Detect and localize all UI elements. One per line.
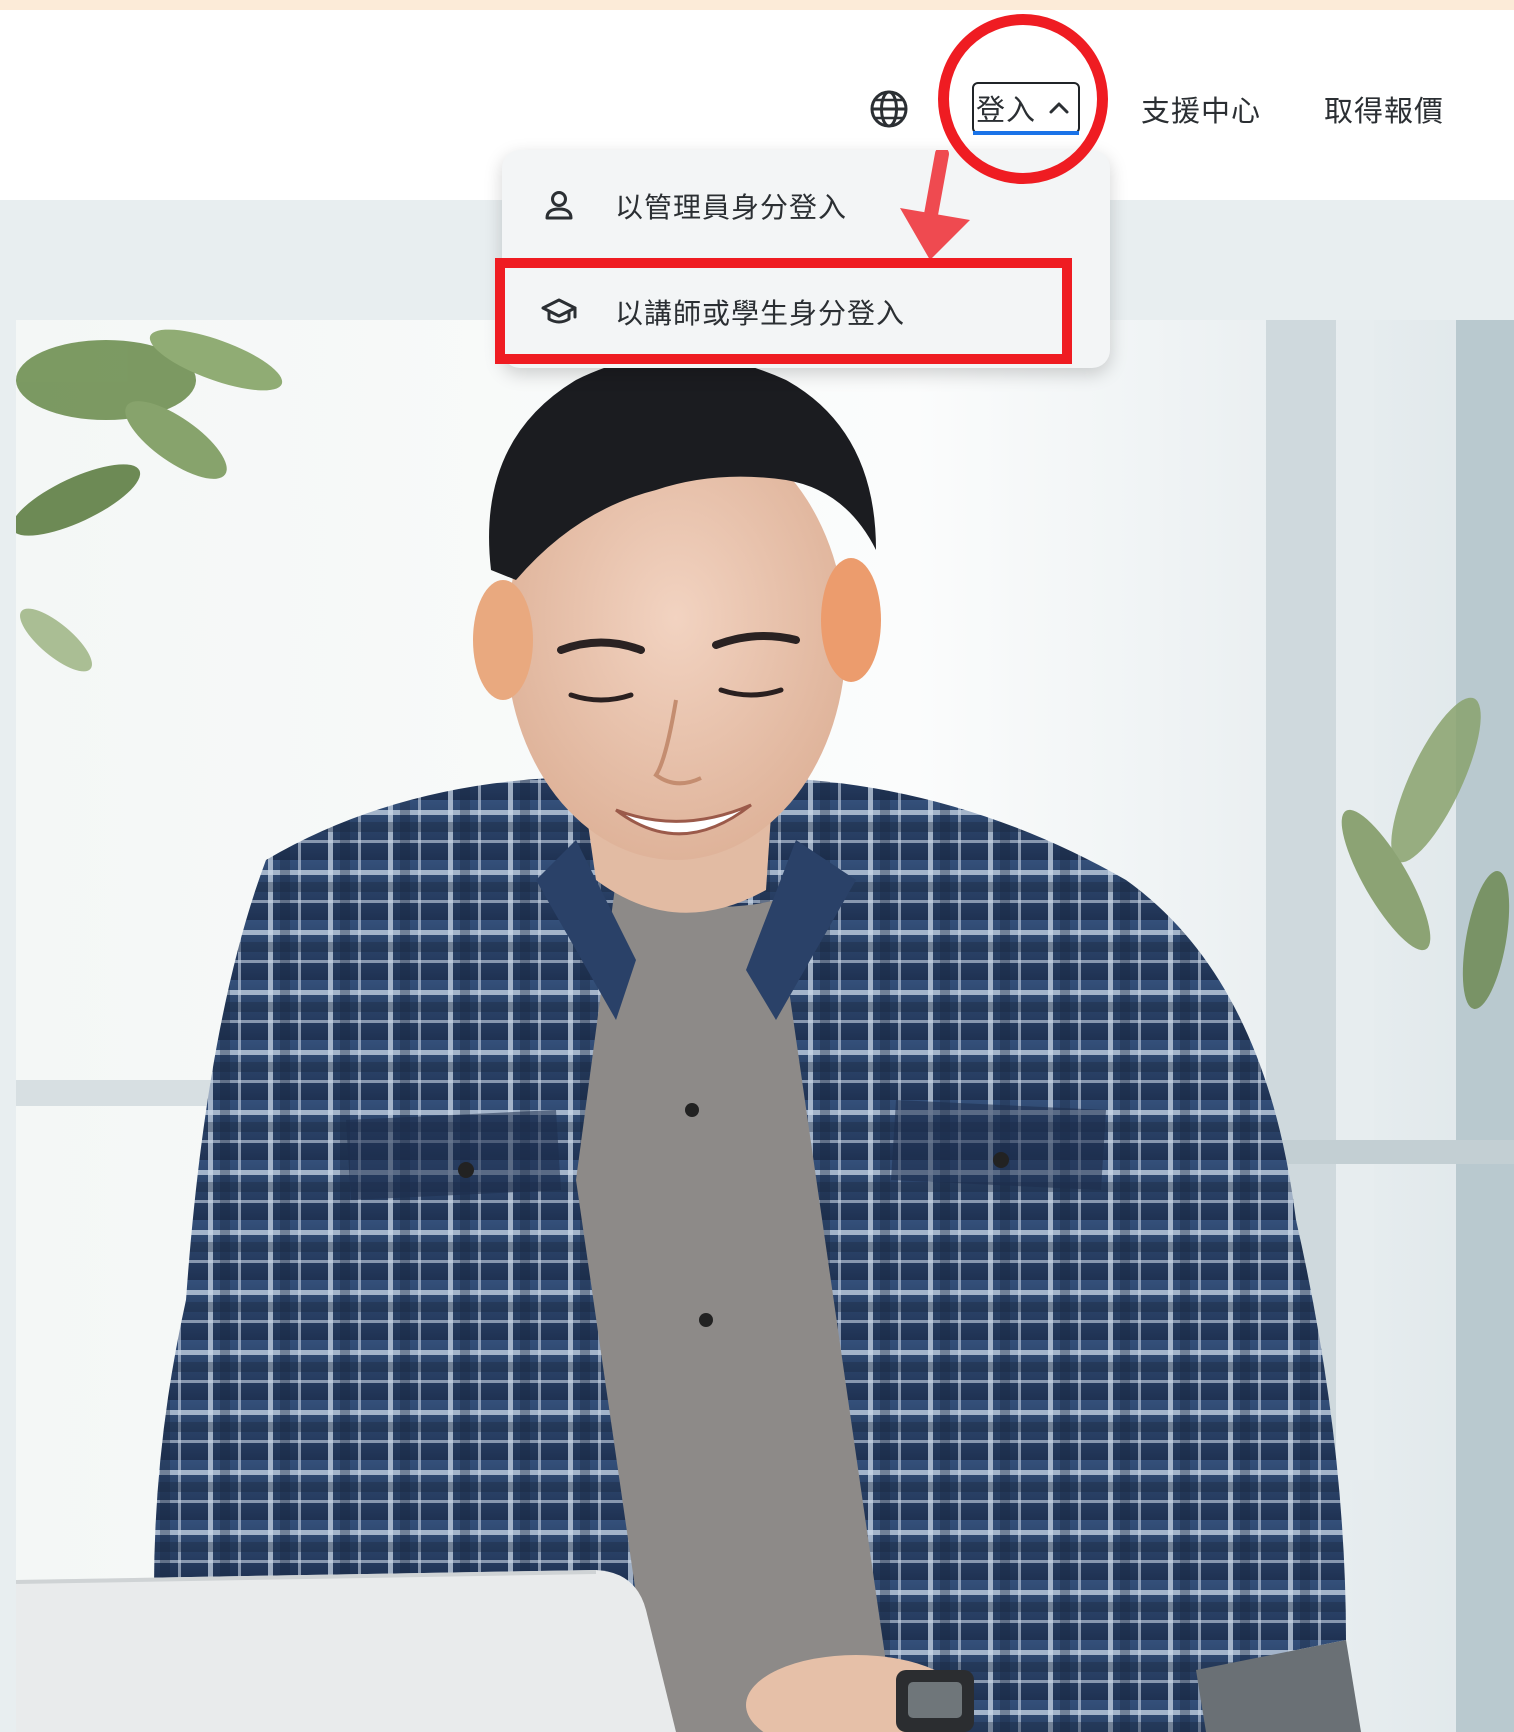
top-announcement-strip (0, 0, 1514, 10)
globe-icon[interactable] (868, 88, 910, 130)
nav-get-quote[interactable]: 取得報價 (1324, 88, 1444, 130)
person-icon (545, 191, 573, 220)
menu-item-label: 以管理員身分登入 (615, 191, 848, 224)
hero-photo (16, 320, 1514, 1732)
annotation-rectangle-highlight (495, 258, 1072, 364)
nav-support-center[interactable]: 支援中心 (1141, 88, 1261, 130)
annotation-arrow-icon (900, 150, 970, 260)
